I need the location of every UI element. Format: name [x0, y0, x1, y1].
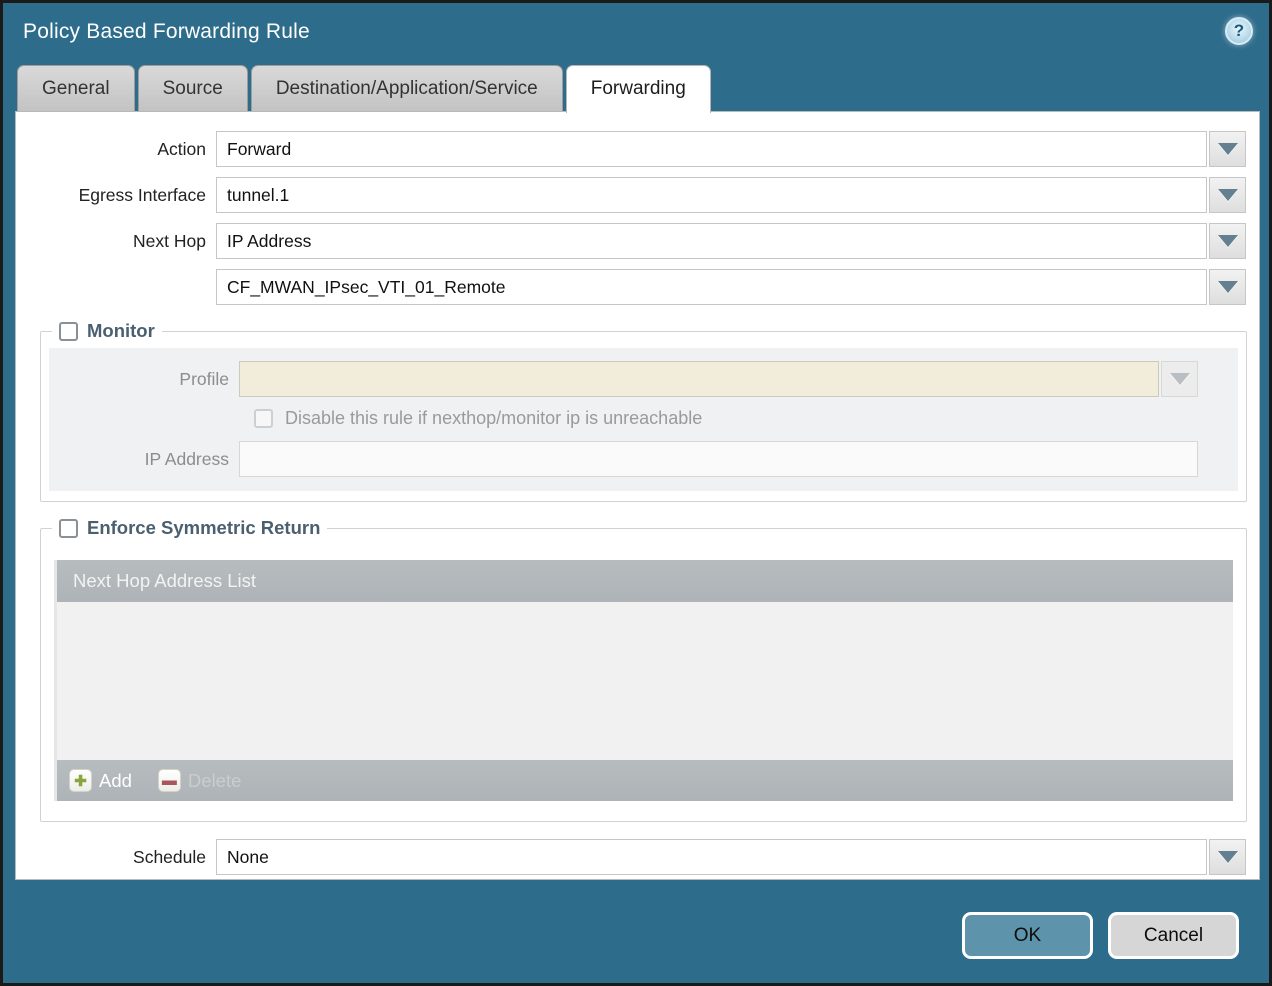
tab-general[interactable]: General [17, 65, 135, 111]
plus-icon: ✚ [69, 769, 92, 792]
chevron-down-icon [1170, 373, 1190, 385]
profile-row: Profile [49, 361, 1238, 397]
schedule-row: Schedule [16, 839, 1259, 875]
delete-button-label: Delete [188, 770, 241, 792]
monitor-fieldset: Monitor Profile Disable this rule if nex… [40, 320, 1247, 502]
profile-field [239, 361, 1159, 397]
next-hop-address-input[interactable] [217, 270, 1206, 304]
cancel-button[interactable]: Cancel [1108, 912, 1239, 959]
disable-rule-row: Disable this rule if nexthop/monitor ip … [254, 408, 1238, 429]
help-icon[interactable]: ? [1225, 17, 1253, 45]
action-label: Action [16, 139, 216, 160]
action-dropdown-button[interactable] [1209, 131, 1246, 167]
next-hop-dropdown-button[interactable] [1209, 223, 1246, 259]
minus-icon: ▬ [158, 769, 181, 792]
profile-input [240, 362, 1158, 396]
monitor-ip-address-row: IP Address [49, 441, 1238, 477]
monitor-ip-address-label: IP Address [49, 449, 239, 470]
ok-button[interactable]: OK [962, 912, 1093, 959]
next-hop-address-list-header: Next Hop Address List [57, 560, 1233, 602]
enforce-symmetric-return-legend: Enforce Symmetric Return [52, 517, 327, 539]
tab-forwarding[interactable]: Forwarding [566, 65, 711, 113]
schedule-label: Schedule [16, 847, 216, 868]
pbf-rule-dialog: { "dialog": { "title": "Policy Based For… [0, 0, 1272, 986]
next-hop-row: Next Hop [16, 223, 1259, 259]
forwarding-tab-panel: Action Egress Interface Next Hop [15, 111, 1260, 880]
monitor-disabled-panel: Profile Disable this rule if nexthop/mon… [49, 348, 1238, 491]
disable-rule-label: Disable this rule if nexthop/monitor ip … [285, 408, 702, 429]
action-field [216, 131, 1207, 167]
schedule-dropdown-button[interactable] [1209, 839, 1246, 875]
monitor-legend-label: Monitor [87, 320, 155, 342]
tab-source[interactable]: Source [138, 65, 248, 111]
monitor-checkbox[interactable] [59, 322, 78, 341]
next-hop-address-list-body [57, 602, 1233, 760]
monitor-ip-address-input [240, 442, 1197, 476]
next-hop-field [216, 223, 1207, 259]
tab-bar: General Source Destination/Application/S… [3, 61, 1269, 111]
dialog-titlebar: Policy Based Forwarding Rule ? [3, 3, 1269, 61]
disable-rule-checkbox [254, 409, 273, 428]
next-hop-address-field [216, 269, 1207, 305]
delete-button: ▬ Delete [158, 769, 241, 792]
dialog-title: Policy Based Forwarding Rule [23, 20, 310, 44]
enforce-symmetric-return-checkbox[interactable] [59, 519, 78, 538]
chevron-down-icon [1218, 281, 1238, 293]
action-row: Action [16, 131, 1259, 167]
action-input[interactable] [217, 132, 1206, 166]
chevron-down-icon [1218, 143, 1238, 155]
tab-destination-application-service[interactable]: Destination/Application/Service [251, 65, 563, 111]
profile-label: Profile [49, 369, 239, 390]
next-hop-address-list-toolbar: ✚ Add ▬ Delete [57, 760, 1233, 801]
monitor-legend: Monitor [52, 320, 162, 342]
profile-dropdown-button [1161, 361, 1198, 397]
next-hop-address-list-table: Next Hop Address List ✚ Add ▬ Delete [54, 560, 1233, 801]
add-button[interactable]: ✚ Add [69, 769, 132, 792]
chevron-down-icon [1218, 189, 1238, 201]
next-hop-address-dropdown-button[interactable] [1209, 269, 1246, 305]
enforce-symmetric-return-legend-label: Enforce Symmetric Return [87, 517, 320, 539]
dialog-footer: OK Cancel [962, 912, 1239, 959]
monitor-ip-address-field [239, 441, 1198, 477]
egress-interface-dropdown-button[interactable] [1209, 177, 1246, 213]
egress-interface-field [216, 177, 1207, 213]
next-hop-input[interactable] [217, 224, 1206, 258]
enforce-symmetric-return-fieldset: Enforce Symmetric Return Next Hop Addres… [40, 517, 1247, 822]
chevron-down-icon [1218, 851, 1238, 863]
add-button-label: Add [99, 770, 132, 792]
schedule-field [216, 839, 1207, 875]
chevron-down-icon [1218, 235, 1238, 247]
egress-interface-input[interactable] [217, 178, 1206, 212]
egress-interface-row: Egress Interface [16, 177, 1259, 213]
next-hop-address-row [16, 269, 1259, 305]
schedule-input[interactable] [217, 840, 1206, 874]
egress-interface-label: Egress Interface [16, 185, 216, 206]
next-hop-label: Next Hop [16, 231, 216, 252]
